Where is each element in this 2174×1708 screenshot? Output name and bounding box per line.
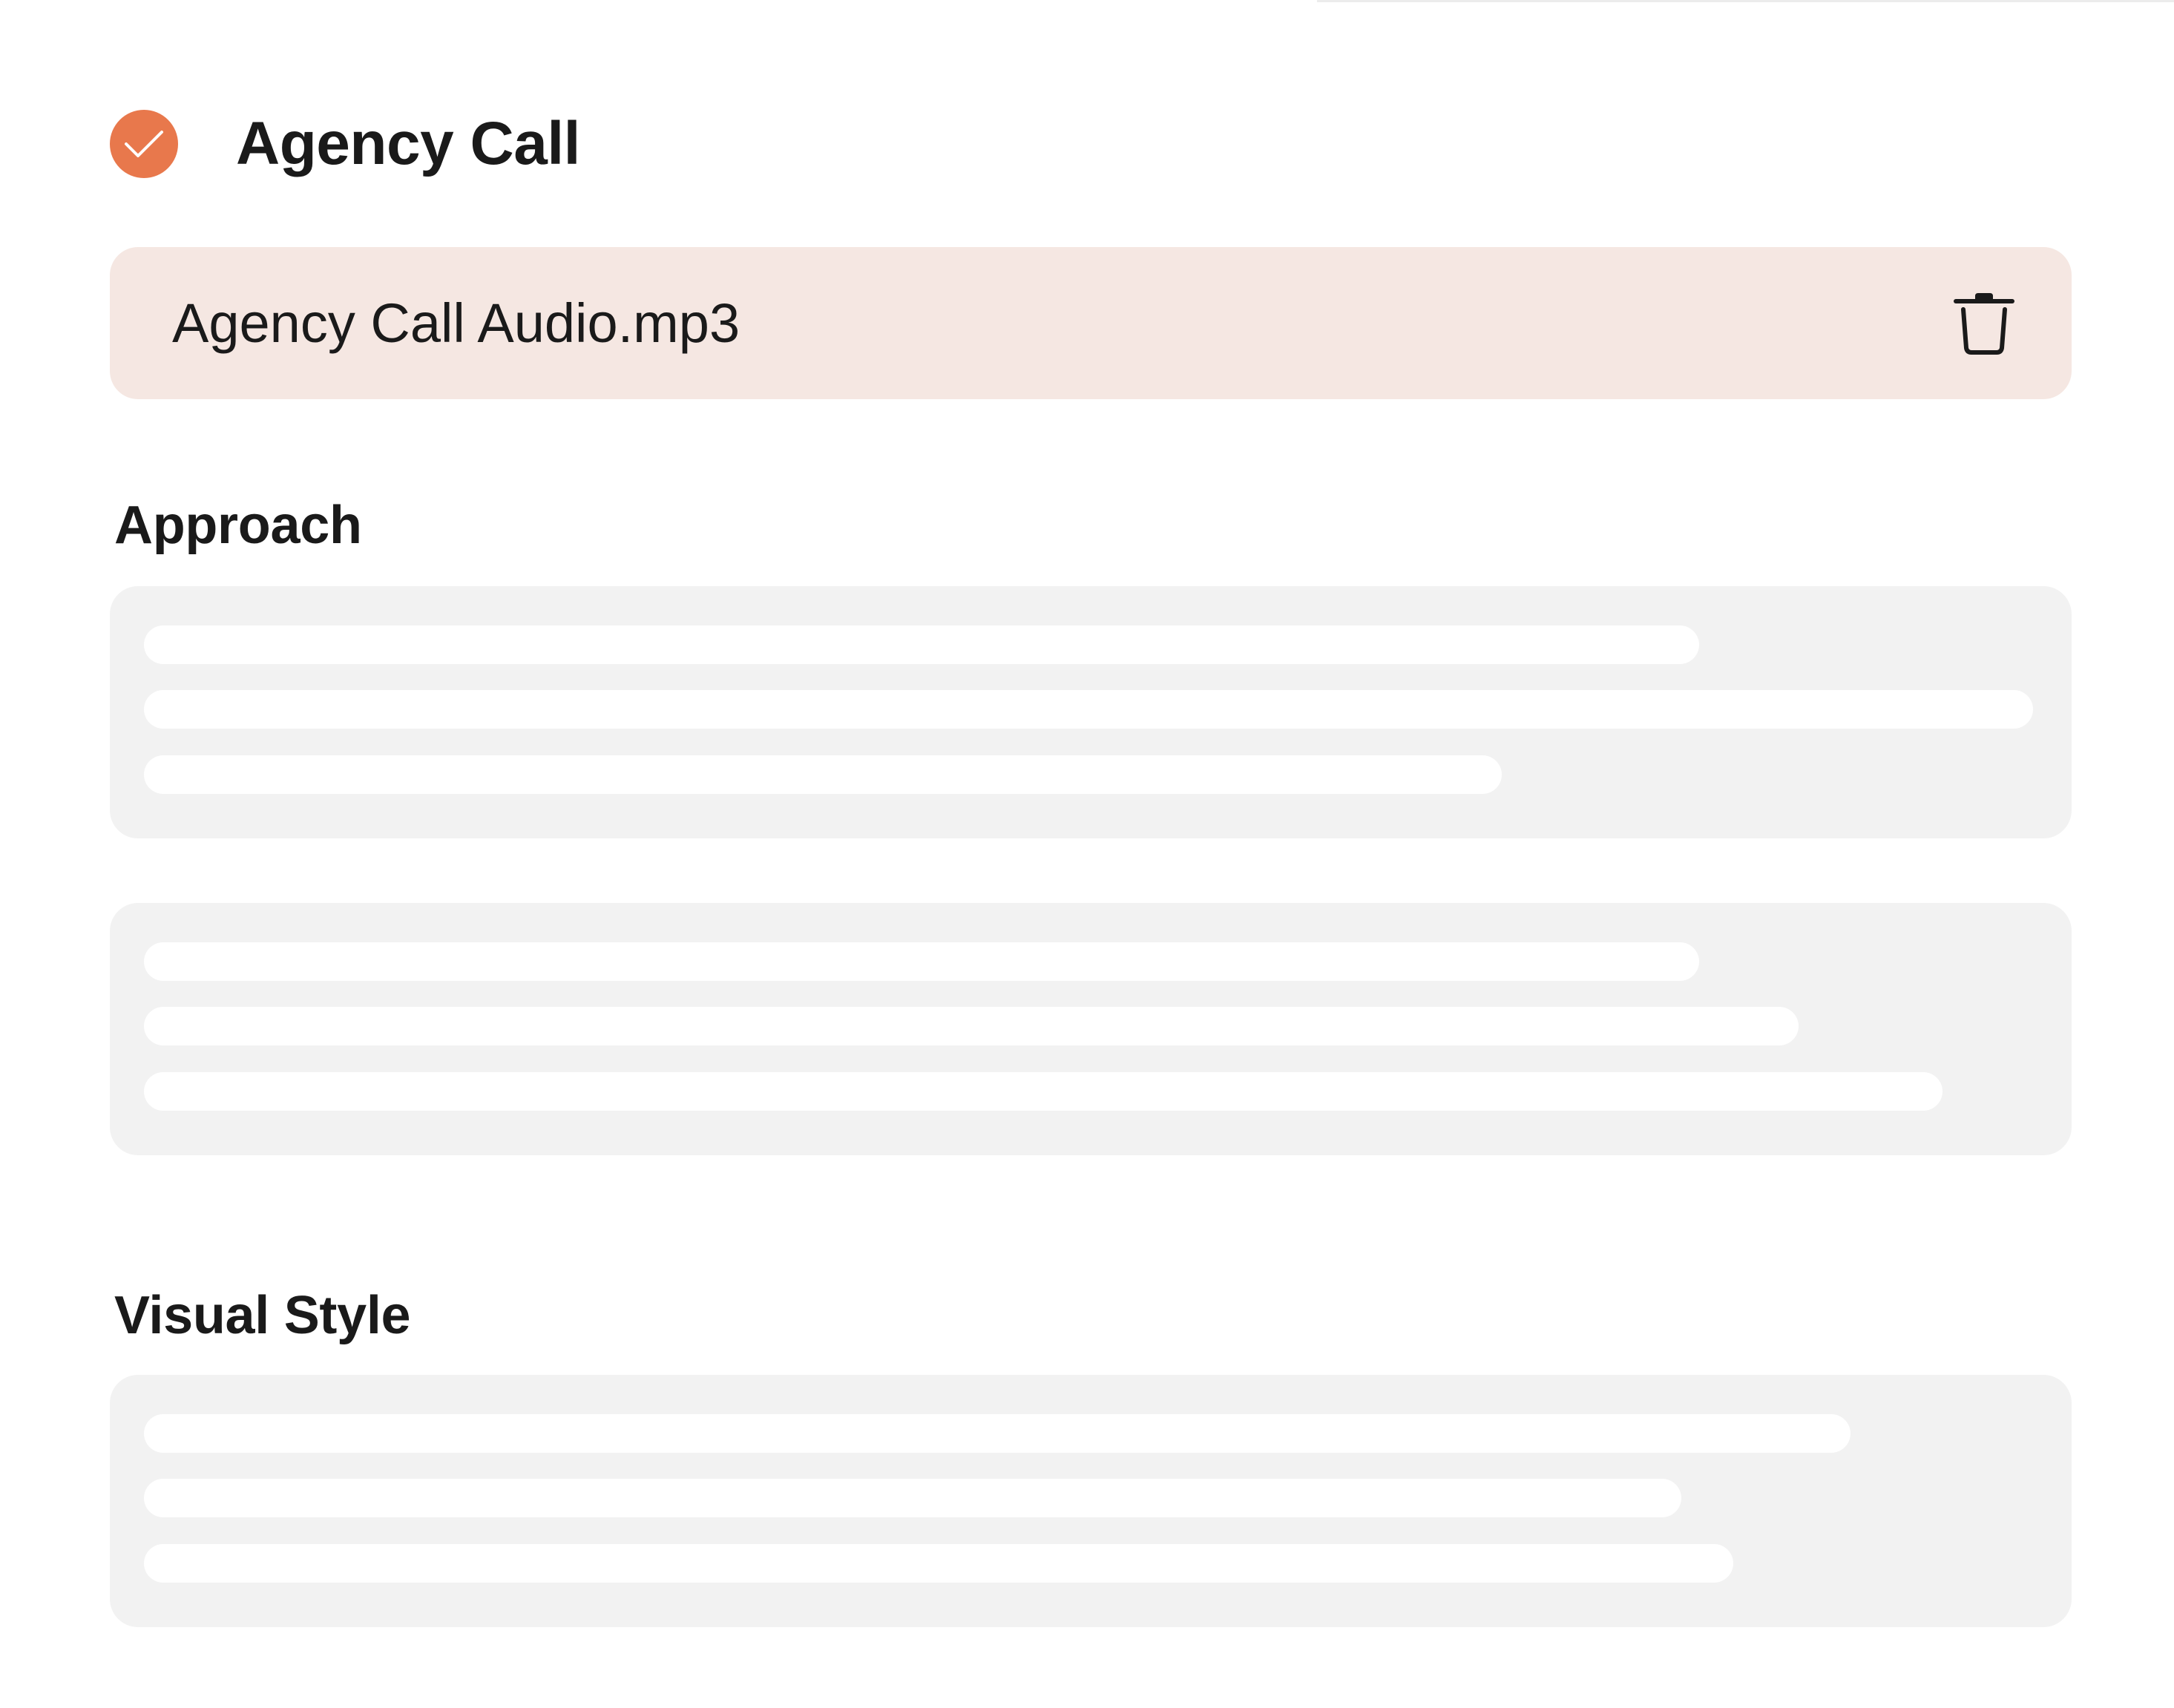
approach-placeholder-card-2 <box>110 903 2072 1155</box>
skeleton-line <box>144 942 1699 981</box>
skeleton-line <box>144 1479 1681 1517</box>
skeleton-line <box>144 625 1699 664</box>
task-header: Agency Call <box>110 110 580 178</box>
task-title: Agency Call <box>236 110 580 177</box>
attachment-file-name: Agency Call Audio.mp3 <box>172 292 740 354</box>
skeleton-line <box>144 1007 1799 1045</box>
skeleton-line <box>144 755 1502 794</box>
top-divider <box>1317 0 2174 2</box>
skeleton-line <box>144 690 2033 729</box>
section-heading-approach: Approach <box>114 496 362 555</box>
visual-style-placeholder-card <box>110 1375 2072 1627</box>
skeleton-line <box>144 1544 1733 1583</box>
approach-placeholder-card-1 <box>110 586 2072 838</box>
trash-icon <box>1954 292 2014 355</box>
delete-attachment-button[interactable] <box>1948 288 2020 359</box>
skeleton-line <box>144 1072 1943 1111</box>
check-circle-icon <box>110 110 178 178</box>
skeleton-line <box>144 1414 1850 1453</box>
audio-attachment: Agency Call Audio.mp3 <box>110 247 2072 399</box>
section-heading-visual-style: Visual Style <box>114 1286 411 1345</box>
